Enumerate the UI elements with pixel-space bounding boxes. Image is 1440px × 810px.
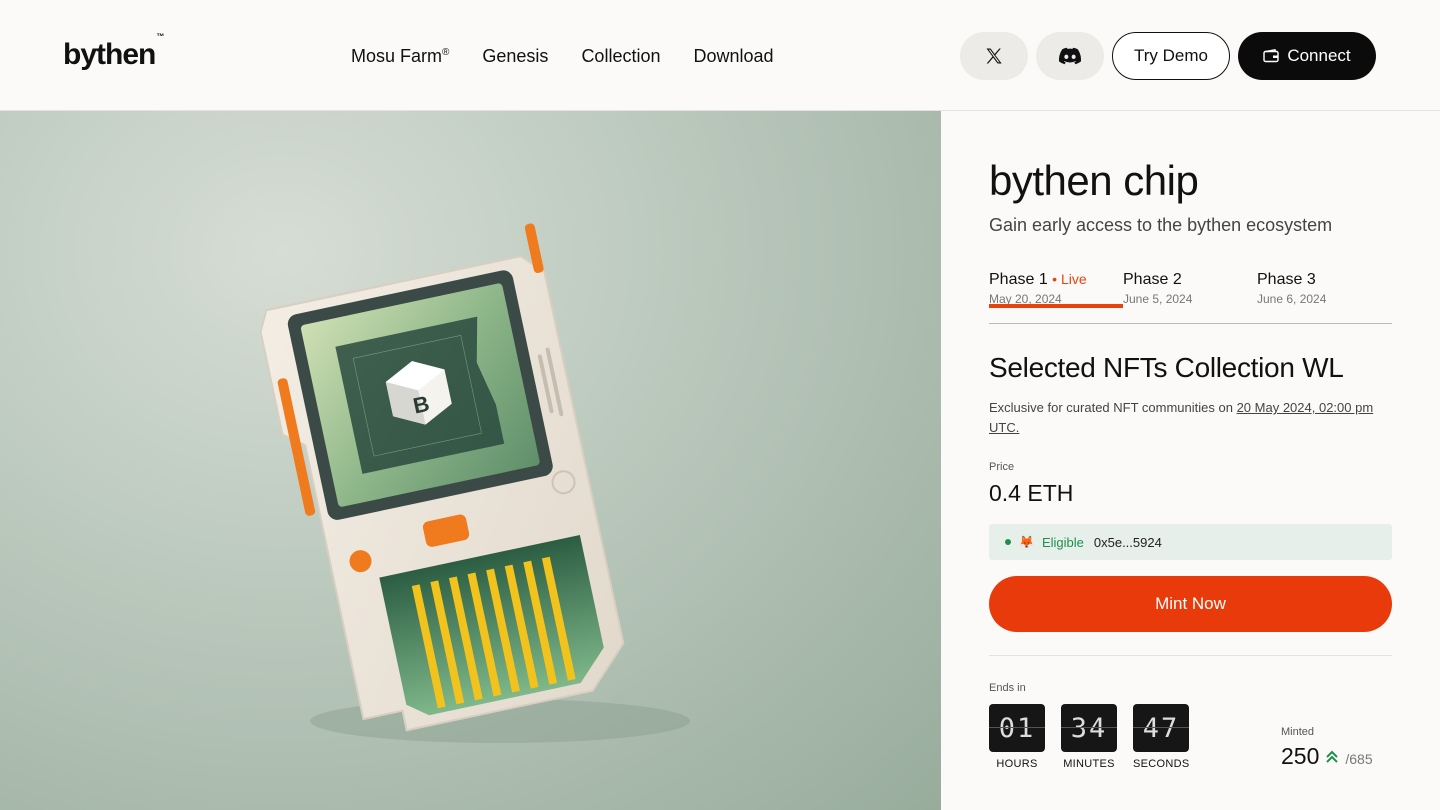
nav-link-download[interactable]: Download — [693, 46, 773, 67]
product-subtitle: Gain early access to the bythen ecosyste… — [989, 215, 1333, 235]
site-header: bythen™ Mosu Farm® Genesis Collection Do… — [0, 0, 1440, 111]
minted-count: 250 /685 — [1281, 743, 1373, 770]
mint-now-button[interactable]: Mint Now — [989, 576, 1392, 632]
discord-icon — [1059, 47, 1081, 65]
x-social-button[interactable] — [960, 32, 1028, 80]
hero-image-panel: B — [0, 111, 941, 810]
phase-date: June 6, 2024 — [1257, 292, 1327, 306]
price-value: 0.4 ETH — [989, 480, 1074, 506]
metamask-fox-icon: 🦊 — [1019, 535, 1034, 549]
tab-phase-3[interactable]: Phase 3 June 6, 2024 — [1257, 271, 1391, 306]
wallet-icon — [1263, 49, 1280, 63]
nav-link-collection[interactable]: Collection — [581, 46, 660, 67]
countdown-minutes: 34 MINUTES — [1061, 704, 1117, 770]
bythen-logo[interactable]: bythen™ — [63, 32, 164, 72]
try-demo-button[interactable]: Try Demo — [1112, 32, 1230, 80]
minted-total: /685 — [1345, 751, 1373, 767]
main-nav: Mosu Farm® Genesis Collection Download — [351, 46, 807, 67]
wallet-address: 0x5e...5924 — [1093, 534, 1162, 550]
phase-date: May 20, 2024 — [989, 292, 1062, 306]
nav-link-mosu-farm[interactable]: Mosu Farm® — [351, 46, 449, 67]
phase-heading: Selected NFTs Collection WL — [989, 352, 1344, 383]
header-actions: Try Demo Connect — [960, 32, 1376, 80]
divider — [989, 655, 1392, 656]
countdown-timer: 01 HOURS 34 MINUTES 47 SECONDS — [989, 704, 1189, 770]
countdown-hours: 01 HOURS — [989, 704, 1045, 770]
x-icon — [986, 48, 1002, 64]
trend-up-icon — [1325, 750, 1339, 767]
nav-link-genesis[interactable]: Genesis — [482, 46, 548, 67]
mint-panel: bythen chip Gain early access to the byt… — [941, 111, 1440, 810]
price-label: Price — [989, 461, 1015, 473]
live-badge: • Live — [1052, 271, 1087, 287]
ends-in-label: Ends in — [989, 682, 1026, 694]
tab-phase-1[interactable]: Phase 1 • Live May 20, 2024 — [989, 271, 1123, 308]
connect-button[interactable]: Connect — [1238, 32, 1376, 80]
status-dot — [1005, 539, 1011, 545]
connect-label: Connect — [1287, 46, 1351, 65]
product-title: bythen chip — [989, 157, 1199, 204]
minted-label: Minted — [1281, 726, 1315, 738]
eligibility-status: 🦊 Eligible 0x5e...5924 — [989, 524, 1392, 560]
phase-date: June 5, 2024 — [1123, 292, 1193, 306]
bythen-chip-illustration: B — [259, 223, 690, 743]
eligible-label: Eligible — [1041, 534, 1084, 550]
minted-number: 250 — [1281, 743, 1320, 769]
tab-phase-2[interactable]: Phase 2 June 5, 2024 — [1123, 271, 1257, 306]
countdown-seconds: 47 SECONDS — [1133, 704, 1189, 770]
discord-social-button[interactable] — [1036, 32, 1104, 80]
phase-tabs: Phase 1 • Live May 20, 2024 Phase 2 June… — [989, 271, 1392, 324]
phase-description: Exclusive for curated NFT communities on… — [989, 400, 1374, 435]
